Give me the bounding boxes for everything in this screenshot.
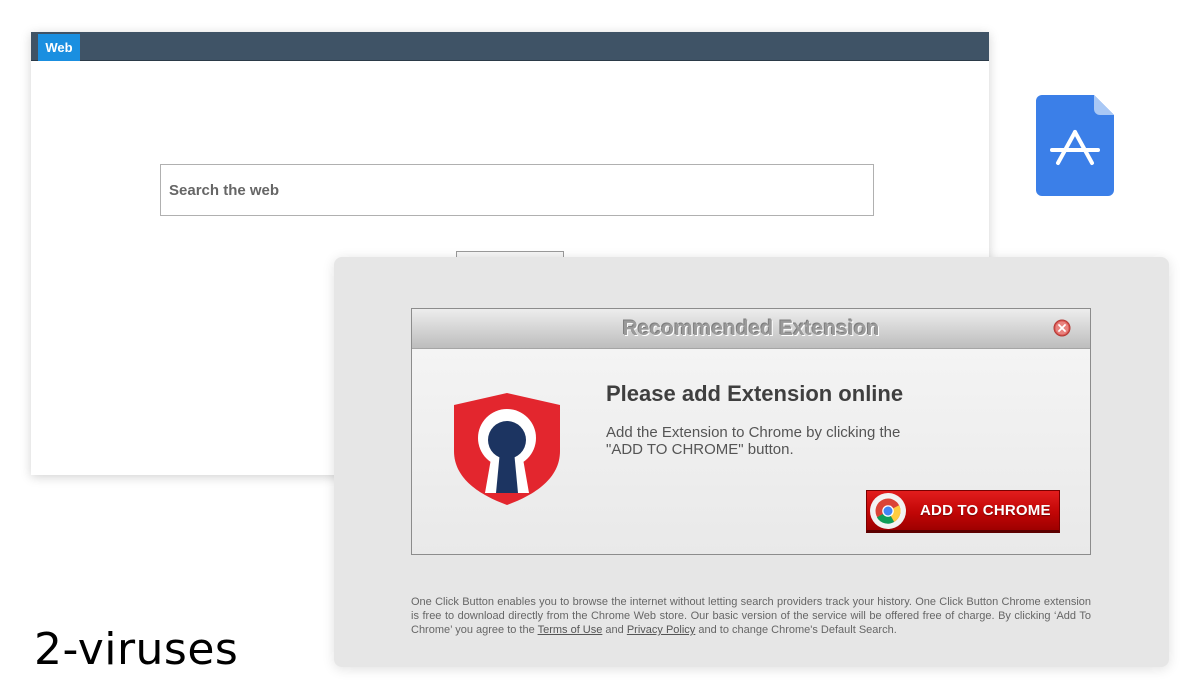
dialog-header: Recommended Extension [412,309,1090,349]
close-icon[interactable] [1053,319,1071,337]
search-input[interactable] [160,164,874,216]
chrome-icon-badge [870,492,906,529]
dialog-body-line: Add the Extension to Chrome by clicking … [606,424,901,441]
app-store-icon [1036,95,1114,196]
disclaimer-part: and to change Chrome's Default Search. [695,624,897,636]
watermark-logo: 2-viruses [34,624,239,675]
dialog-title: Recommended Extension [622,317,880,340]
terms-of-use-link[interactable]: Terms of Use [538,624,603,636]
overlay-panel: Recommended Extension Please add Extensi… [334,257,1169,667]
dialog-heading: Please add Extension online [606,381,904,406]
tab-web[interactable]: Web [38,34,80,61]
dialog-body-text: Add the Extension to Chrome by clicking … [606,424,946,458]
privacy-policy-link[interactable]: Privacy Policy [627,624,695,636]
dialog-body-line: "ADD TO CHROME" button. [606,441,794,458]
search-topbar: Web [31,32,989,61]
add-to-chrome-label: ADD TO CHROME [920,502,1051,519]
chrome-icon [875,498,901,524]
shield-keyhole-icon [454,393,560,505]
disclaimer-text: One Click Button enables you to browse t… [411,595,1091,637]
add-to-chrome-button[interactable]: ADD TO CHROME [866,490,1060,533]
disclaimer-part: and [602,624,627,636]
extension-dialog: Recommended Extension Please add Extensi… [411,308,1091,555]
